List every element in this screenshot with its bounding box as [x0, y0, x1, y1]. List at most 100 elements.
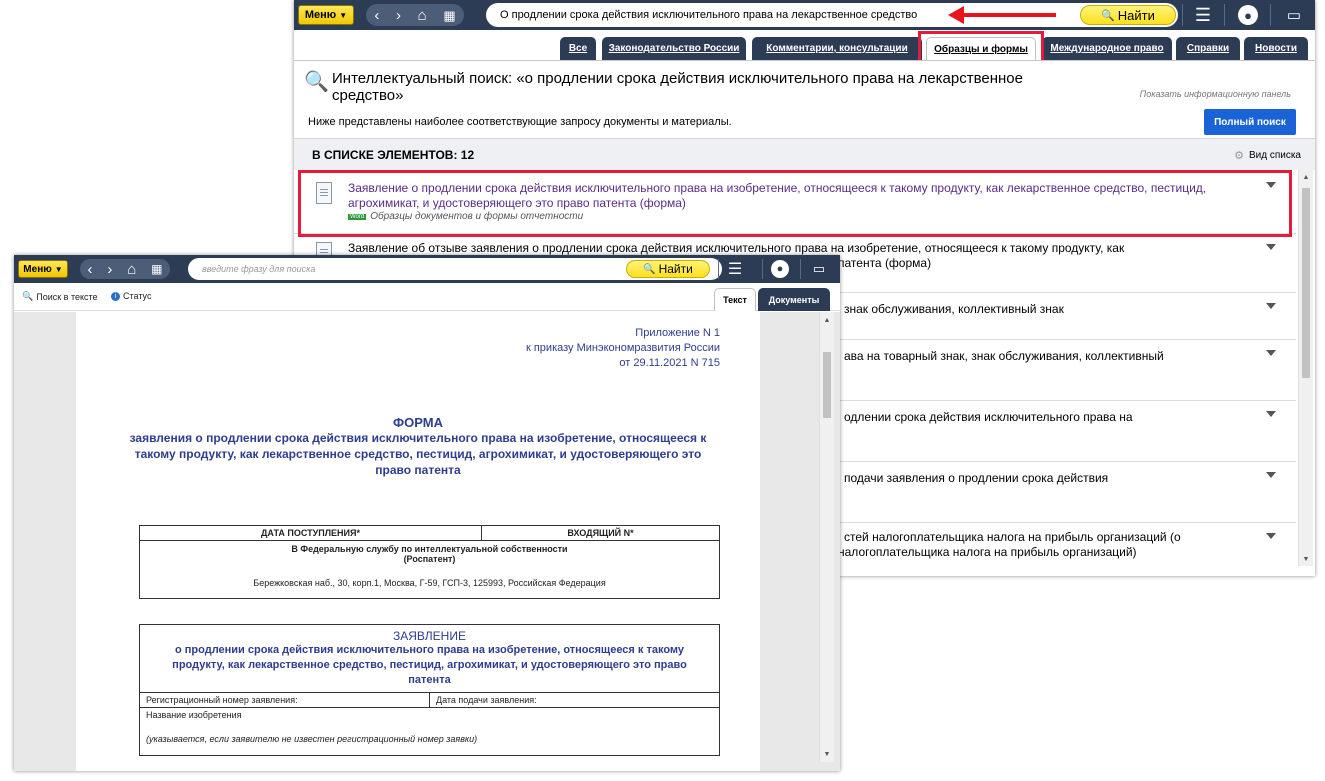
category-tabs: Все Законодательство России Комментарии,… — [294, 30, 1315, 60]
document-window: Меню ▼ ‹ › ⌂ ▦ введите фразу для поиска 🔍… — [14, 255, 840, 771]
forward-icon[interactable]: › — [107, 262, 112, 277]
doc-toolbar: Меню ▼ ‹ › ⌂ ▦ введите фразу для поиска 🔍… — [14, 255, 840, 283]
scrollbar-thumb[interactable] — [1302, 188, 1310, 378]
expand-icon[interactable] — [1266, 411, 1276, 417]
document-icon — [316, 182, 332, 204]
list-item[interactable]: Заявление о продлении срока действия иск… — [294, 170, 1296, 234]
doc-subbar: 🔍 Поиск в тексте i Статус Текст Документы — [14, 283, 840, 311]
scroll-up-icon[interactable]: ▲ — [820, 314, 834, 326]
filing-date-cell: Дата подачи заявления: — [429, 692, 720, 708]
search-icon: 🔍 — [643, 263, 656, 275]
tab-news[interactable]: Новости — [1244, 37, 1308, 60]
home-icon[interactable]: ⌂ — [418, 8, 427, 23]
separator — [762, 259, 763, 279]
menu-button[interactable]: Меню ▼ — [18, 260, 68, 278]
status-button[interactable]: i Статус — [111, 291, 151, 301]
hamburger-icon[interactable]: ☰ — [724, 259, 746, 279]
search-header: 🔍 Интеллектуальный поиск: «о продлении с… — [294, 60, 1315, 138]
application-heading-cell: ЗАЯВЛЕНИЕ о продлении срока действия иск… — [139, 624, 720, 693]
list-item-title[interactable]: стей налогоплательщика налога на прибыль… — [844, 530, 1181, 545]
back-icon[interactable]: ‹ — [87, 262, 92, 277]
reg-number-cell: Регистрационный номер заявления: — [139, 692, 430, 708]
expand-icon[interactable] — [1266, 244, 1276, 250]
main-toolbar: Меню ▼ ‹ › ⌂ ▦ О продлении срока действия… — [294, 0, 1315, 30]
user-icon[interactable]: ● — [771, 260, 789, 278]
received-date-header: ДАТА ПОСТУПЛЕНИЯ* — [139, 525, 482, 541]
arrow-annotation-line — [962, 13, 1056, 17]
list-header: В СПИСКЕ ЭЛЕМЕНТОВ: 12 ⚙ Вид списка — [294, 138, 1315, 170]
expand-icon[interactable] — [1266, 472, 1276, 478]
word-badge: Word — [348, 213, 367, 220]
info-icon: i — [111, 291, 120, 301]
search-in-text-button[interactable]: 🔍 Поиск в тексте — [22, 291, 98, 302]
tab-legislation[interactable]: Законодательство России — [602, 37, 746, 60]
view-mode-control[interactable]: ⚙ Вид списка — [1234, 149, 1301, 162]
list-item-title[interactable]: Заявление о продлении срока действия иск… — [348, 181, 1228, 211]
list-item-title[interactable]: Заявление об отзыве заявления о продлени… — [348, 241, 1228, 256]
invention-name-cell: Название изобретения (указывается, если … — [139, 707, 720, 756]
list-item-title[interactable]: ава на товарный знак, знак обслуживания,… — [844, 349, 1164, 364]
forward-icon[interactable]: › — [396, 8, 401, 23]
expand-icon[interactable] — [1266, 303, 1276, 309]
hamburger-icon[interactable]: ☰ — [1191, 4, 1215, 26]
list-item-title[interactable]: подачи заявления о продлении срока дейст… — [844, 471, 1108, 486]
search-icon: 🔍 — [22, 291, 34, 301]
find-button[interactable]: 🔍 Найти — [626, 260, 710, 278]
separator — [1182, 4, 1183, 26]
scroll-up-icon[interactable]: ▲ — [1299, 171, 1313, 183]
list-count: В СПИСКЕ ЭЛЕМЕНТОВ: 12 — [312, 148, 475, 162]
info-panel-link[interactable]: Показать информационную панель — [1140, 89, 1291, 99]
gear-icon: ⚙ — [1234, 150, 1244, 162]
grid-icon[interactable]: ▦ — [443, 9, 455, 22]
page-title: Интеллектуальный поиск: «о продлении сро… — [332, 70, 1023, 104]
separator — [1270, 4, 1271, 26]
scroll-down-icon[interactable]: ▼ — [1299, 553, 1313, 565]
expand-icon[interactable] — [1266, 350, 1276, 356]
appendix-block: Приложение N 1 к приказу Минэкономразвит… — [525, 327, 720, 369]
scrollbar-thumb[interactable] — [823, 352, 831, 418]
nav-controls: ‹ › ⌂ ▦ — [366, 4, 464, 26]
expand-icon[interactable] — [1266, 182, 1276, 188]
form-heading: ФОРМА — [393, 415, 443, 430]
find-button[interactable]: 🔍 Найти — [1080, 5, 1176, 25]
grid-icon[interactable]: ▦ — [151, 263, 162, 275]
home-icon[interactable]: ⌂ — [127, 262, 136, 277]
list-item-title-cont[interactable]: налогоплательщика налога на прибыль орга… — [838, 545, 1137, 560]
back-icon[interactable]: ‹ — [374, 8, 379, 23]
document-viewport: Приложение N 1 к приказу Минэкономразвит… — [14, 312, 840, 771]
list-item-title-cont[interactable]: патента (форма) — [838, 256, 931, 271]
tab-all[interactable]: Все — [560, 37, 596, 60]
menu-label: Меню — [304, 9, 337, 21]
list-item-title[interactable]: знак обслуживания, коллективный знак — [844, 302, 1064, 317]
separator — [718, 259, 719, 279]
incoming-number-header: ВХОДЯЩИЙ N* — [481, 525, 720, 541]
scroll-down-icon[interactable]: ▼ — [820, 748, 834, 760]
chat-icon[interactable]: ▭ — [1284, 5, 1304, 25]
search-input[interactable]: О продлении срока действия исключительно… — [486, 3, 1178, 27]
list-item-meta: Word Образцы документов и формы отчетнос… — [348, 211, 584, 222]
application-table: ЗАЯВЛЕНИЕ о продлении срока действия иск… — [139, 624, 720, 756]
menu-button[interactable]: Меню ▼ — [298, 5, 354, 25]
user-icon[interactable]: ● — [1238, 5, 1258, 25]
tab-comments[interactable]: Комментарии, консультации — [752, 37, 922, 60]
receipt-table: ДАТА ПОСТУПЛЕНИЯ* ВХОДЯЩИЙ N* В Федераль… — [139, 525, 720, 599]
expand-icon[interactable] — [1266, 533, 1276, 539]
search-icon: 🔍 — [1101, 9, 1115, 22]
tab-text[interactable]: Текст — [714, 288, 756, 311]
separator — [1224, 4, 1225, 26]
magnifier-icon: 🔍 — [304, 71, 329, 93]
document-scrollbar[interactable]: ▲ ▼ — [819, 312, 834, 762]
tab-documents[interactable]: Документы — [758, 288, 830, 311]
tab-international[interactable]: Международное право — [1042, 37, 1172, 60]
form-subheading: заявления о продлении срока действия иск… — [129, 431, 707, 477]
chevron-down-icon: ▼ — [54, 264, 63, 274]
tab-references[interactable]: Справки — [1176, 37, 1240, 60]
document-page: Приложение N 1 к приказу Минэкономразвит… — [76, 312, 760, 771]
list-item-title[interactable]: одлении срока действия исключительного п… — [844, 410, 1133, 425]
separator — [800, 259, 801, 279]
full-search-button[interactable]: Полный поиск — [1204, 109, 1296, 135]
chat-icon[interactable]: ▭ — [810, 260, 828, 278]
tab-forms[interactable]: Образцы и формы — [926, 37, 1036, 60]
results-scrollbar[interactable]: ▲ ▼ — [1298, 170, 1313, 566]
chevron-down-icon: ▼ — [339, 10, 348, 20]
